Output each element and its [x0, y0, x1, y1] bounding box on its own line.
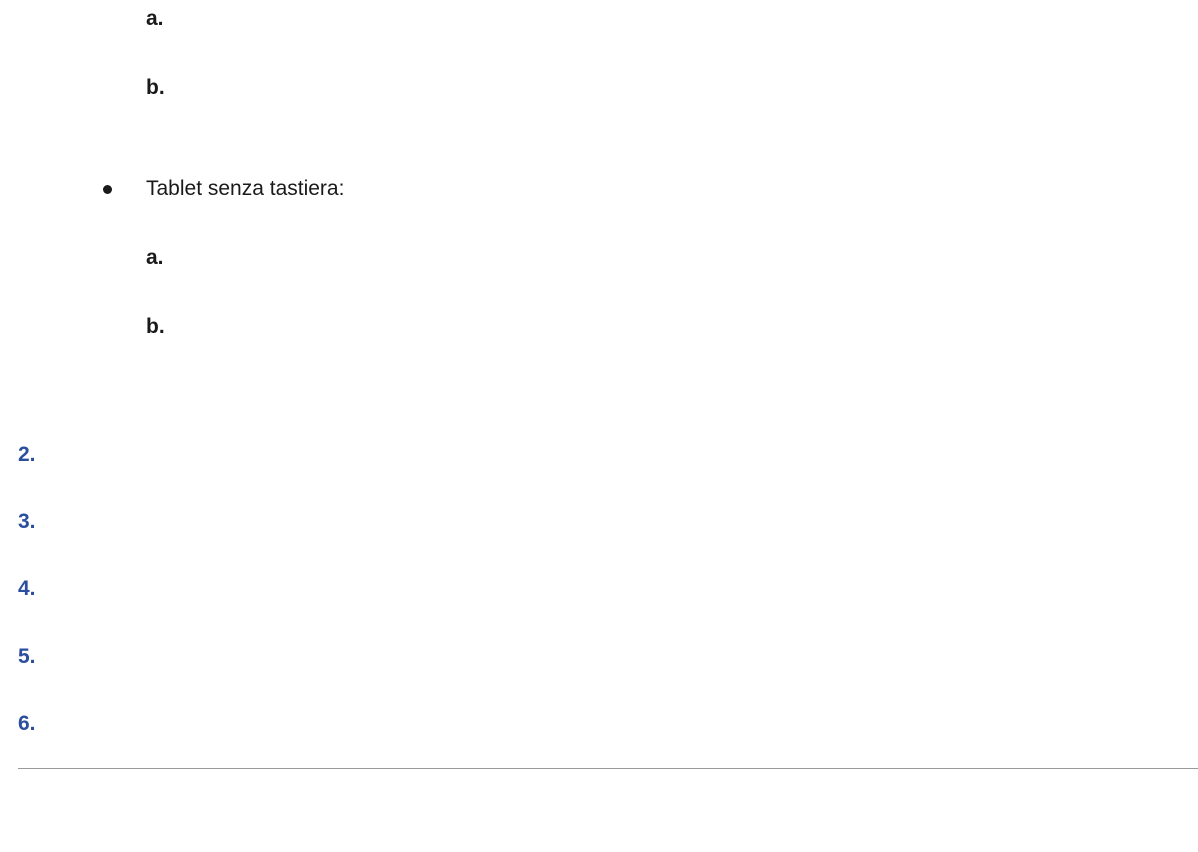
step-number: 2.	[18, 443, 36, 466]
substep-marker: a.	[146, 7, 164, 30]
substep-marker: b.	[146, 76, 165, 99]
step-number: 5.	[18, 645, 36, 668]
step-number: 4.	[18, 577, 36, 600]
substep-marker: b.	[146, 315, 165, 338]
substep-marker: a.	[146, 246, 164, 269]
note-top-rule	[18, 768, 1198, 769]
bullet-dot-icon	[103, 185, 112, 194]
bullet-text: Tablet senza tastiera:	[146, 177, 345, 200]
step-number: 6.	[18, 712, 36, 735]
step-number: 3.	[18, 510, 36, 533]
